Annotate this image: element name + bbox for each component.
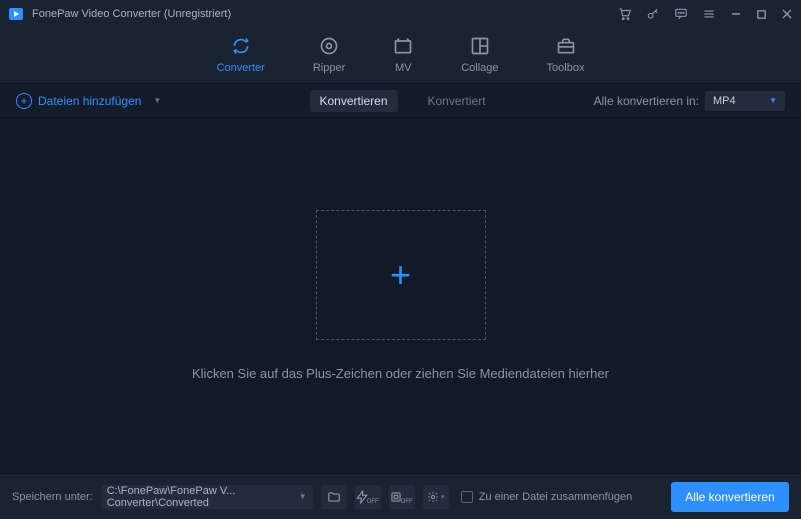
convert-all-label: Alle konvertieren in: (594, 94, 699, 108)
app-title: FonePaw Video Converter (Unregistriert) (32, 8, 618, 20)
open-folder-button[interactable] (321, 485, 347, 509)
chevron-down-icon: ▼ (299, 492, 307, 501)
tab-label: MV (395, 62, 412, 74)
tab-label: Converter (217, 62, 265, 74)
settings-button[interactable]: ▾ (423, 485, 449, 509)
titlebar: FonePaw Video Converter (Unregistriert) (0, 0, 801, 28)
center-tabs: Konvertieren Konvertiert (309, 90, 491, 112)
collage-icon (470, 36, 490, 56)
gpu-button[interactable]: OFF (389, 485, 415, 509)
add-files-label: Dateien hinzufügen (38, 94, 141, 108)
add-files-button[interactable]: + Dateien hinzufügen ▼ (16, 93, 161, 109)
cart-icon[interactable] (618, 7, 632, 21)
output-path-value: C:\FonePaw\FonePaw V... Converter\Conver… (107, 485, 299, 509)
checkbox-icon (461, 491, 473, 503)
tab-converter[interactable]: Converter (217, 36, 265, 76)
save-label: Speichern unter: (12, 491, 93, 503)
output-path-select[interactable]: C:\FonePaw\FonePaw V... Converter\Conver… (101, 485, 313, 509)
nav-tabs: Converter Ripper MV Collage Toolbox (0, 28, 801, 84)
ripper-icon (319, 36, 339, 56)
chevron-down-icon: ▼ (769, 96, 777, 105)
app-logo (8, 6, 24, 22)
subtab-converted[interactable]: Konvertiert (422, 90, 492, 112)
tab-label: Collage (461, 62, 498, 74)
feedback-icon[interactable] (674, 7, 688, 21)
close-button[interactable] (781, 8, 793, 20)
tab-mv[interactable]: MV (393, 36, 413, 76)
convert-all-button[interactable]: Alle konvertieren (671, 482, 789, 512)
subtab-convert[interactable]: Konvertieren (309, 90, 397, 112)
menu-icon[interactable] (702, 7, 716, 21)
format-value: MP4 (713, 95, 736, 107)
tab-label: Ripper (313, 62, 345, 74)
sub-toolbar: + Dateien hinzufügen ▼ Konvertieren Konv… (0, 84, 801, 118)
bottom-bar: Speichern unter: C:\FonePaw\FonePaw V...… (0, 473, 801, 519)
maximize-button[interactable] (756, 9, 767, 20)
merge-label: Zu einer Datei zusammenfügen (479, 491, 632, 503)
tab-ripper[interactable]: Ripper (313, 36, 345, 76)
chevron-down-icon: ▼ (153, 96, 161, 105)
tab-collage[interactable]: Collage (461, 36, 498, 76)
main-area: + Klicken Sie auf das Plus-Zeichen oder … (0, 118, 801, 473)
toolbox-icon (556, 36, 576, 56)
tab-label: Toolbox (547, 62, 585, 74)
key-icon[interactable] (646, 7, 660, 21)
converter-icon (231, 36, 251, 56)
high-speed-button[interactable]: OFF (355, 485, 381, 509)
dropzone[interactable]: + (316, 210, 486, 340)
merge-checkbox[interactable]: Zu einer Datei zusammenfügen (461, 491, 632, 503)
format-select[interactable]: MP4 ▼ (705, 91, 785, 111)
mv-icon (393, 36, 413, 56)
plus-icon: + (390, 254, 411, 296)
drop-hint: Klicken Sie auf das Plus-Zeichen oder zi… (192, 366, 609, 381)
plus-circle-icon: + (16, 93, 32, 109)
minimize-button[interactable] (730, 8, 742, 20)
tab-toolbox[interactable]: Toolbox (547, 36, 585, 76)
